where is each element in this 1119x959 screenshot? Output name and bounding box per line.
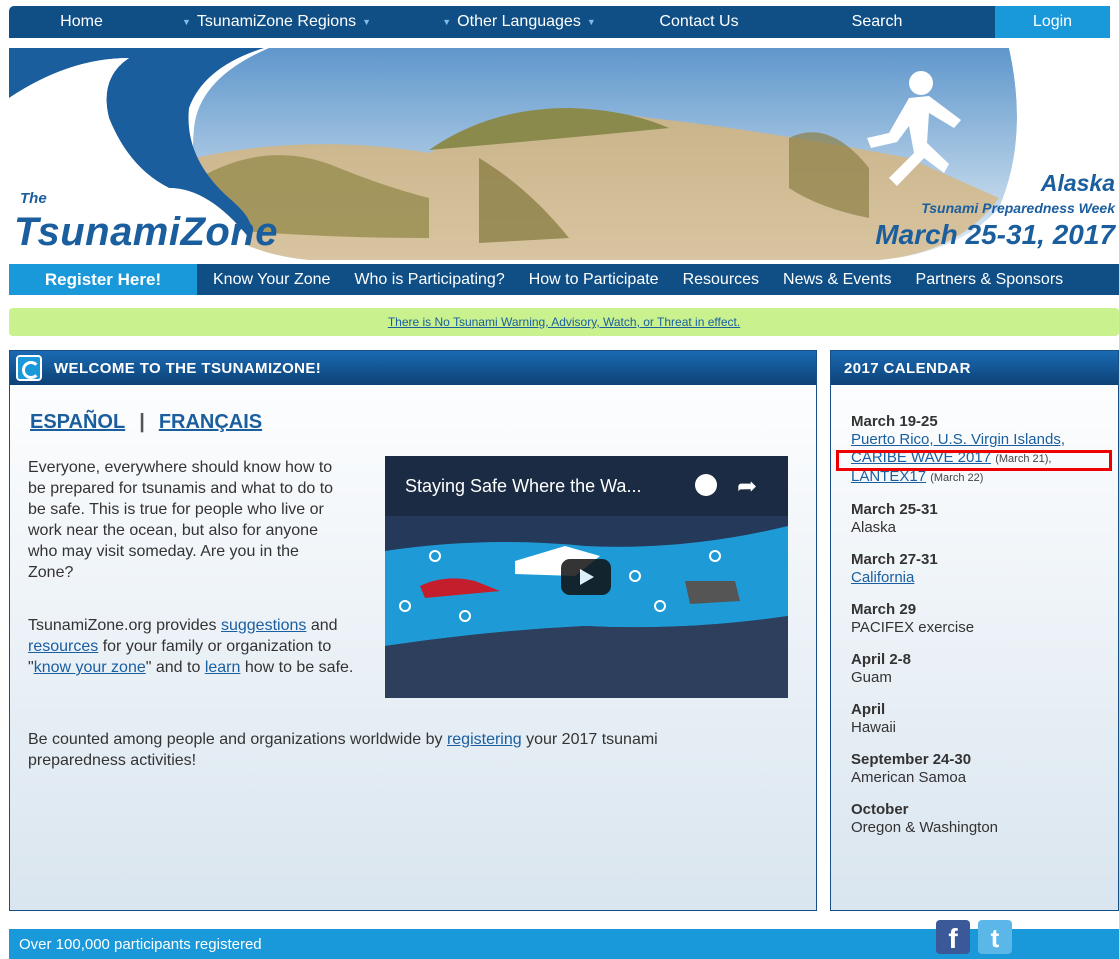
suggestions-link[interactable]: suggestions xyxy=(221,617,306,634)
calendar-date: March 19-25 xyxy=(851,413,938,430)
calendar-entry: October Oregon & Washington xyxy=(851,801,1116,837)
tsunami-status-link[interactable]: There is No Tsunami Warning, Advisory, W… xyxy=(388,315,740,329)
text: and xyxy=(306,617,338,634)
main-navigation: Register Here! Know Your Zone Who is Par… xyxy=(9,264,1119,295)
watch-later-icon[interactable] xyxy=(695,474,717,496)
chevron-down-icon: ▼ xyxy=(362,17,372,27)
calendar-location: Oregon & Washington xyxy=(851,819,999,836)
nav-contact-us[interactable]: Contact Us xyxy=(639,6,759,38)
register-paragraph: Be counted among people and organization… xyxy=(28,729,748,771)
event-region: Alaska xyxy=(1040,170,1115,196)
nav-search[interactable]: Search xyxy=(759,6,995,38)
nav-languages-label: Other Languages xyxy=(457,13,581,30)
calendar-list: March 19-25 Puerto Rico, U.S. Virgin Isl… xyxy=(851,413,1116,851)
event-dates: March 25-31, 2017 xyxy=(875,219,1115,250)
calendar-location: American Samoa xyxy=(851,769,967,786)
nav-who-is-participating[interactable]: Who is Participating? xyxy=(330,271,504,289)
calendar-entry: March 27-31 California xyxy=(851,551,1116,587)
participants-count: Over 100,000 participants registered xyxy=(19,935,262,953)
text: " and to xyxy=(145,659,205,676)
calendar-title: 2017 CALENDAR xyxy=(844,359,971,377)
twitter-icon[interactable]: t xyxy=(978,920,1012,954)
calendar-date: September 24-30 xyxy=(851,751,972,768)
play-button-icon[interactable] xyxy=(561,559,611,595)
calendar-date: April 2-8 xyxy=(851,651,912,668)
welcome-panel: WELCOME TO THE TSUNAMIZONE! ESPAÑOL | FRAN… xyxy=(9,350,817,911)
red-highlight-box xyxy=(836,450,1112,471)
site-header: The TsunamiZone Alaska Tsunami Preparedn… xyxy=(9,38,1119,264)
calendar-location: Guam xyxy=(851,669,892,686)
know-your-zone-link[interactable]: know your zone xyxy=(34,659,146,676)
calendar-location: Alaska xyxy=(851,519,897,536)
chevron-down-icon: ▼ xyxy=(181,17,191,27)
nav-home-label: Home xyxy=(60,13,103,30)
nav-contact-label: Contact Us xyxy=(659,13,739,30)
nav-know-your-zone[interactable]: Know Your Zone xyxy=(197,271,330,289)
register-button[interactable]: Register Here! xyxy=(9,264,197,295)
calendar-date: March 25-31 xyxy=(851,501,938,518)
calendar-entry: April Hawaii xyxy=(851,701,1116,737)
registering-link[interactable]: registering xyxy=(447,731,522,748)
login-label: Login xyxy=(1032,13,1073,30)
resources-link[interactable]: resources xyxy=(28,638,98,655)
nav-languages-dropdown[interactable]: ▼ Other Languages ▼ xyxy=(399,6,639,38)
calendar-note: (March 22) xyxy=(930,472,984,484)
tsunamizone-wave-icon xyxy=(16,355,42,381)
language-links: ESPAÑOL | FRANÇAIS xyxy=(30,411,262,434)
spanish-link[interactable]: ESPAÑOL xyxy=(30,411,125,433)
text: how to be safe. xyxy=(240,659,354,676)
login-button[interactable]: Login xyxy=(995,6,1110,38)
calendar-date: March 29 xyxy=(851,601,917,618)
nav-home[interactable]: Home xyxy=(9,6,154,38)
nav-regions-label: TsunamiZone Regions xyxy=(196,13,357,30)
nav-resources[interactable]: Resources xyxy=(659,271,759,289)
nav-how-to-participate[interactable]: How to Participate xyxy=(505,271,659,289)
nav-news-events[interactable]: News & Events xyxy=(759,271,891,289)
nav-partners-sponsors[interactable]: Partners & Sponsors xyxy=(892,271,1064,289)
calendar-entry: April 2-8 Guam xyxy=(851,651,1116,687)
language-separator: | xyxy=(139,411,145,433)
site-logo-title[interactable]: TsunamiZone xyxy=(14,210,278,255)
calendar-location: Hawaii xyxy=(851,719,897,736)
nav-search-label: Search xyxy=(851,13,903,30)
welcome-panel-header: WELCOME TO THE TSUNAMIZONE! xyxy=(10,351,816,385)
intro-paragraph: Everyone, everywhere should know how to … xyxy=(28,459,334,581)
calendar-panel: 2017 CALENDAR March 19-25 Puerto Rico, U… xyxy=(830,350,1119,911)
calendar-entry: March 25-31 Alaska xyxy=(851,501,1116,537)
facebook-icon[interactable]: f xyxy=(936,920,970,954)
calendar-date: October xyxy=(851,801,909,818)
chevron-down-icon: ▼ xyxy=(442,17,452,27)
learn-link[interactable]: learn xyxy=(205,659,241,676)
calendar-location: PACIFEX exercise xyxy=(851,619,975,636)
text: Be counted among people and organization… xyxy=(28,731,447,748)
brand-the: The xyxy=(20,190,47,207)
calendar-entry: September 24-30 American Samoa xyxy=(851,751,1116,787)
california-link[interactable]: California xyxy=(851,569,914,586)
french-link[interactable]: FRANÇAIS xyxy=(159,411,262,433)
share-icon[interactable]: ➦ xyxy=(737,472,757,501)
chevron-down-icon: ▼ xyxy=(586,17,596,27)
video-player[interactable]: Staying Safe Where the Wa... ➦ xyxy=(385,456,788,698)
calendar-date: March 27-31 xyxy=(851,551,938,568)
welcome-title: WELCOME TO THE TSUNAMIZONE! xyxy=(54,359,322,377)
text: TsunamiZone.org provides xyxy=(28,617,221,634)
video-title: Staying Safe Where the Wa... xyxy=(405,476,642,496)
event-name: Tsunami Preparedness Week xyxy=(921,200,1115,216)
puerto-rico-link[interactable]: Puerto Rico, U.S. Virgin Islands, xyxy=(851,431,1065,448)
calendar-date: April xyxy=(851,701,886,718)
top-navigation: Home ▼ TsunamiZone Regions ▼ ▼ Other Langua… xyxy=(9,6,1110,38)
calendar-entry: March 29 PACIFEX exercise xyxy=(851,601,1116,637)
nav-regions-dropdown[interactable]: ▼ TsunamiZone Regions ▼ xyxy=(154,6,399,38)
provides-paragraph: TsunamiZone.org provides suggestions and… xyxy=(28,615,358,678)
tsunami-status-banner: There is No Tsunami Warning, Advisory, W… xyxy=(9,308,1119,336)
calendar-panel-header: 2017 CALENDAR xyxy=(831,351,1118,385)
